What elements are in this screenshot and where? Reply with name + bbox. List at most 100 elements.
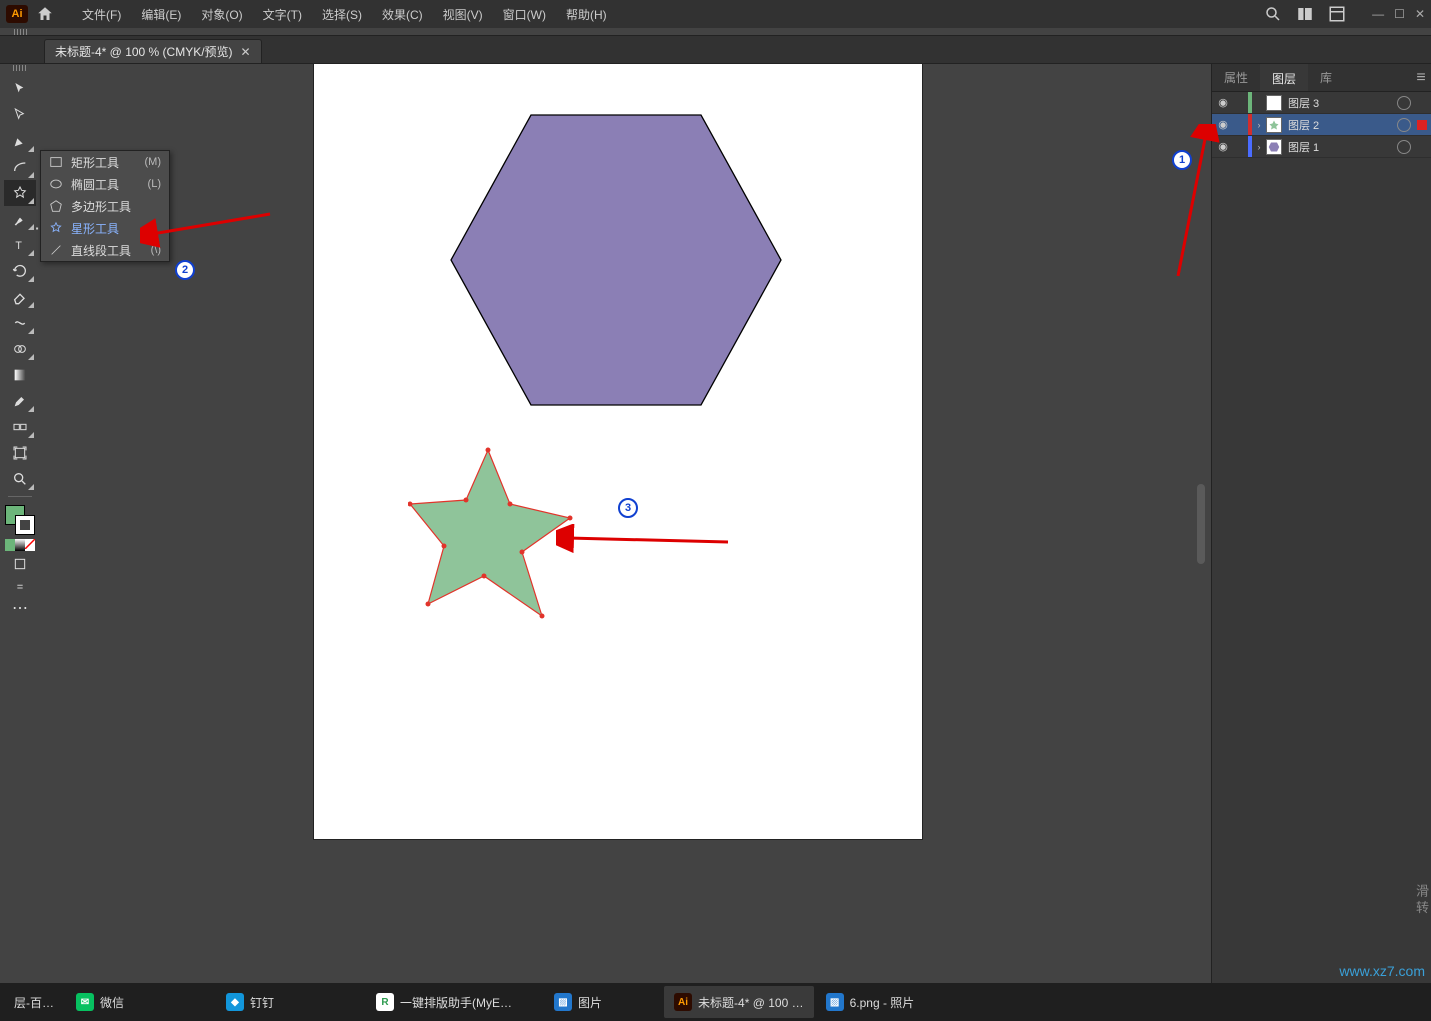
watermark: www.xz7.com	[1339, 963, 1425, 979]
eraser-tool-icon[interactable]	[4, 284, 36, 310]
tab-layers[interactable]: 图层	[1260, 64, 1308, 91]
shape-tool-icon[interactable]	[4, 180, 36, 206]
menu-help[interactable]: 帮助(H)	[556, 2, 617, 27]
svg-text:T: T	[15, 240, 22, 252]
taskbar-item[interactable]: ◆钉钉	[216, 986, 284, 1018]
panel-tabs: 属性 图层 库 ≡	[1212, 64, 1431, 92]
layer-row[interactable]: ◉ › 图层 2	[1212, 114, 1431, 136]
panel-menu-icon[interactable]: ≡	[1411, 64, 1431, 91]
home-icon[interactable]	[36, 5, 54, 23]
layer-name[interactable]: 图层 3	[1288, 95, 1397, 111]
zoom-tool-icon[interactable]	[4, 466, 36, 492]
target-icon[interactable]	[1397, 140, 1411, 154]
screen-mode-icon[interactable]	[4, 577, 36, 595]
taskbar-item[interactable]: ▨图片	[544, 986, 612, 1018]
rotate-tool-icon[interactable]	[4, 258, 36, 284]
wechat-icon: ✉	[76, 993, 94, 1011]
visibility-toggle-icon[interactable]: ◉	[1212, 96, 1234, 109]
menu-object[interactable]: 对象(O)	[191, 2, 252, 27]
layer-name[interactable]: 图层 1	[1288, 139, 1397, 155]
hexagon-shape[interactable]	[446, 110, 786, 410]
menu-file[interactable]: 文件(F)	[72, 2, 131, 27]
rectangle-icon	[49, 155, 63, 169]
star-shape[interactable]	[408, 446, 580, 622]
shape-builder-tool-icon[interactable]	[4, 336, 36, 362]
type-tool-icon[interactable]: T	[4, 232, 36, 258]
close-tab-icon[interactable]: ✕	[241, 45, 251, 59]
visibility-toggle-icon[interactable]: ◉	[1212, 118, 1234, 131]
taskbar-label: 微信	[100, 994, 124, 1011]
flyout-shortcut: (\)	[151, 244, 161, 256]
menu-window[interactable]: 窗口(W)	[493, 2, 556, 27]
vertical-scrollbar[interactable]	[1197, 484, 1205, 564]
panel-grip-icon[interactable]	[14, 29, 28, 35]
menu-select[interactable]: 选择(S)	[312, 2, 372, 27]
selection-tool-icon[interactable]	[4, 76, 36, 102]
layers-list: ◉ 图层 3 ◉ › 图层 2 ◉	[1212, 92, 1431, 158]
expand-arrow-icon[interactable]: ›	[1252, 120, 1266, 130]
flyout-line-tool[interactable]: 直线段工具 (\)	[41, 239, 169, 261]
blend-tool-icon[interactable]	[4, 414, 36, 440]
flyout-polygon-tool[interactable]: 多边形工具	[41, 195, 169, 217]
tab-properties[interactable]: 属性	[1212, 64, 1260, 91]
flyout-label: 椭圆工具	[71, 176, 119, 193]
photos-icon: ▨	[826, 993, 844, 1011]
pen-tool-icon[interactable]	[4, 128, 36, 154]
canvas-area[interactable]	[40, 64, 1195, 983]
fill-stroke-color-icon[interactable]	[5, 505, 35, 535]
taskbar-item[interactable]: Ai未标题-4* @ 100 …	[664, 986, 814, 1018]
width-tool-icon[interactable]	[4, 310, 36, 336]
layer-name[interactable]: 图层 2	[1288, 117, 1397, 133]
tools-grip-icon[interactable]	[0, 64, 40, 72]
illustrator-icon: Ai	[674, 993, 692, 1011]
search-icon[interactable]	[1264, 5, 1282, 23]
window-maximize-icon[interactable]: ☐	[1394, 7, 1405, 21]
visibility-toggle-icon[interactable]: ◉	[1212, 140, 1234, 153]
menu-edit[interactable]: 编辑(E)	[131, 2, 191, 27]
draw-mode-icon[interactable]	[4, 551, 36, 577]
taskbar-item[interactable]: ▨6.png - 照片	[816, 986, 925, 1018]
app-menubar: Ai 文件(F) 编辑(E) 对象(O) 文字(T) 选择(S) 效果(C) 视…	[0, 0, 1431, 28]
arrange-docs-icon[interactable]	[1296, 5, 1314, 23]
taskbar-label: 图片	[578, 994, 602, 1011]
gradient-tool-icon[interactable]	[4, 362, 36, 388]
artboard-tool-icon[interactable]	[4, 440, 36, 466]
star-icon	[49, 221, 63, 235]
taskbar-item[interactable]: R一键排版助手(MyE…	[366, 986, 522, 1018]
menu-view[interactable]: 视图(V)	[433, 2, 493, 27]
callout-2: 2	[175, 260, 195, 280]
menu-type[interactable]: 文字(T)	[253, 2, 312, 27]
flyout-ellipse-tool[interactable]: 椭圆工具 (L)	[41, 173, 169, 195]
eyedropper-tool-icon[interactable]	[4, 388, 36, 414]
curvature-tool-icon[interactable]	[4, 154, 36, 180]
color-mode-swatches[interactable]	[5, 539, 35, 551]
target-icon[interactable]	[1397, 96, 1411, 110]
tool-separator	[8, 496, 32, 497]
window-close-icon[interactable]: ✕	[1415, 7, 1425, 21]
flyout-rectangle-tool[interactable]: 矩形工具 (M)	[41, 151, 169, 173]
taskbar-label: 钉钉	[250, 994, 274, 1011]
menu-effect[interactable]: 效果(C)	[372, 2, 433, 27]
menu-items: 文件(F) 编辑(E) 对象(O) 文字(T) 选择(S) 效果(C) 视图(V…	[72, 2, 617, 27]
layer-thumbnail	[1266, 95, 1282, 111]
window-minimize-icon[interactable]: —	[1372, 7, 1384, 21]
tab-libraries[interactable]: 库	[1308, 64, 1344, 91]
layer-row[interactable]: ◉ 图层 3	[1212, 92, 1431, 114]
document-tab[interactable]: 未标题-4* @ 100 % (CMYK/预览) ✕	[44, 39, 262, 63]
taskbar-item[interactable]: ✉ 微信	[66, 986, 134, 1018]
menubar-right: — ☐ ✕	[1264, 5, 1425, 23]
taskbar-item[interactable]: 层-百…	[4, 986, 64, 1018]
edit-toolbar-icon[interactable]: ⋯	[4, 595, 36, 621]
direct-selection-tool-icon[interactable]	[4, 102, 36, 128]
paintbrush-tool-icon[interactable]	[4, 206, 36, 232]
callout-1: 1	[1172, 150, 1192, 170]
layer-color-bar	[1248, 92, 1252, 113]
flyout-star-tool[interactable]: 星形工具	[41, 217, 169, 239]
selection-indicator-icon	[1417, 120, 1427, 130]
layer-row[interactable]: ◉ › 图层 1	[1212, 136, 1431, 158]
flyout-shortcut: (M)	[145, 156, 162, 168]
target-icon[interactable]	[1397, 118, 1411, 132]
expand-arrow-icon[interactable]: ›	[1252, 142, 1266, 152]
workspace-switcher-icon[interactable]	[1328, 5, 1346, 23]
artboard[interactable]	[314, 64, 922, 839]
